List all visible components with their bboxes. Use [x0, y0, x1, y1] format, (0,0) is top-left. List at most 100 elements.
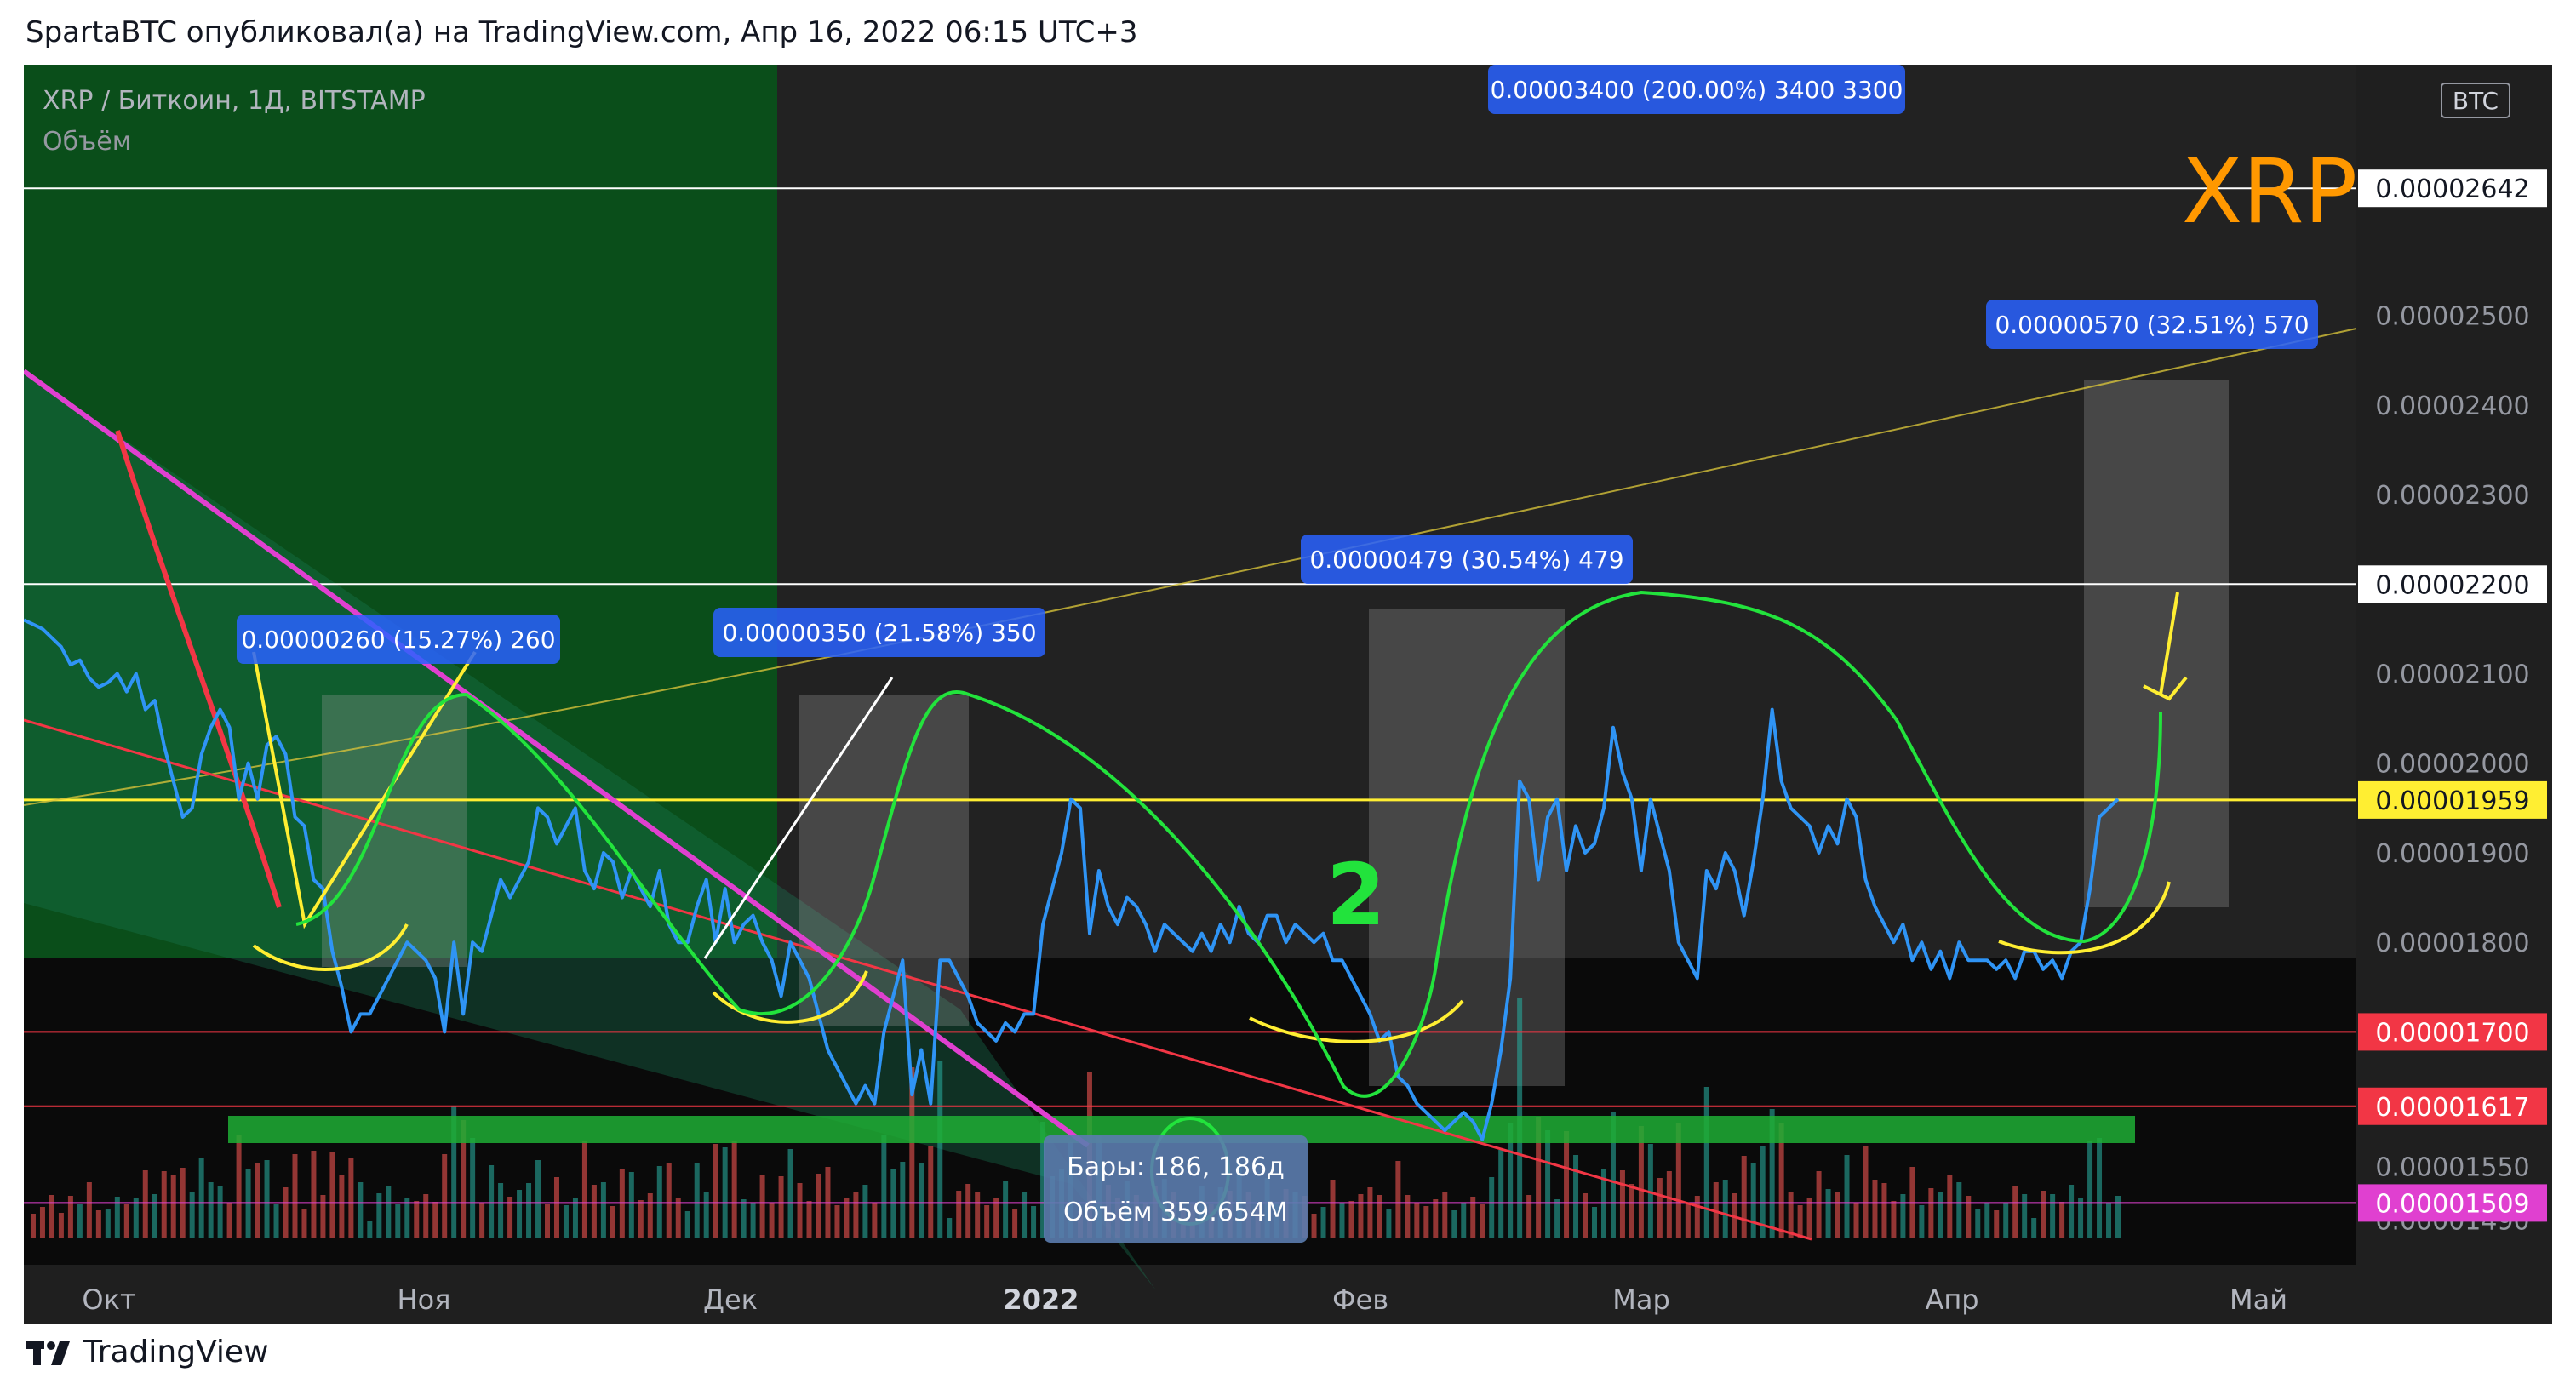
volume-bar: [956, 1191, 962, 1238]
volume-bar: [1480, 1204, 1485, 1238]
volume-bar: [1545, 1130, 1551, 1238]
volume-bar: [628, 1172, 634, 1238]
volume-bar: [553, 1177, 559, 1238]
volume-bar: [189, 1192, 195, 1238]
x-tick-2: Дек: [703, 1284, 758, 1316]
volume-bar: [853, 1192, 859, 1238]
volume-bar: [1526, 1195, 1532, 1238]
x-tick-5: Мар: [1612, 1284, 1670, 1316]
price-level-label-3: 0.00001959: [2375, 786, 2529, 816]
volume-bar: [965, 1184, 971, 1238]
volume-bar: [1330, 1180, 1336, 1238]
volume-bar: [1619, 1170, 1625, 1238]
volume-bar: [600, 1182, 606, 1238]
volume-bar: [423, 1194, 429, 1238]
volume-bar: [367, 1221, 373, 1238]
measure-label-1: 0.00000260 (15.27%) 260: [241, 626, 555, 654]
volume-bar: [142, 1170, 148, 1238]
tradingview-logo-icon: [26, 1341, 70, 1365]
volume-bar: [1891, 1201, 1897, 1238]
volume-bar: [1498, 1150, 1504, 1238]
volume-bar: [2115, 1196, 2121, 1238]
volume-bar: [1900, 1194, 1906, 1238]
volume-bar: [928, 1146, 934, 1238]
volume-bar: [432, 1202, 438, 1238]
volume-bar: [1320, 1207, 1326, 1238]
volume-bar: [1564, 1131, 1570, 1238]
volume-bar: [610, 1206, 615, 1238]
volume-bar: [1694, 1196, 1700, 1238]
measure-box-1: [322, 695, 467, 967]
y-tick-0: 0.00002500: [2375, 302, 2529, 332]
volume-bar: [226, 1203, 232, 1238]
volume-bar: [797, 1183, 803, 1238]
volume-bar: [442, 1154, 448, 1238]
y-tick-3: 0.00002100: [2375, 660, 2529, 690]
chart-subtitle: Объём: [43, 127, 131, 157]
volume-bar: [1311, 1214, 1317, 1238]
volume-bar: [170, 1175, 176, 1238]
volume-bar: [1433, 1199, 1439, 1238]
volume-bar: [1414, 1203, 1420, 1238]
volume-bar: [217, 1186, 223, 1238]
volume-bar: [1750, 1163, 1756, 1238]
volume-bar: [39, 1207, 45, 1238]
volume-bar: [1835, 1192, 1840, 1238]
volume-bar: [1863, 1146, 1869, 1238]
footer: TradingView: [26, 1335, 269, 1369]
volume-bar: [1022, 1192, 1028, 1238]
volume-bar: [1994, 1210, 2000, 1238]
volume-bar: [198, 1158, 204, 1238]
volume-bar: [1666, 1171, 1672, 1238]
x-tick-7: Май: [2230, 1284, 2287, 1316]
volume-bar: [656, 1166, 662, 1238]
volume-bar: [1451, 1210, 1457, 1238]
x-tick-1: Ноя: [398, 1284, 451, 1316]
volume-bar: [2059, 1202, 2065, 1238]
volume-bar: [1573, 1155, 1579, 1238]
volume-bar: [900, 1162, 906, 1238]
volume-bar: [1348, 1201, 1354, 1238]
volume-bar: [283, 1187, 289, 1238]
volume-bar: [1377, 1195, 1382, 1238]
volume-bar: [348, 1158, 354, 1238]
volume-bar: [1975, 1209, 1981, 1238]
volume-bar: [301, 1209, 307, 1238]
volume-bar: [834, 1205, 840, 1238]
volume-bar: [1947, 1175, 1953, 1238]
volume-bar: [947, 1218, 953, 1238]
volume-bar: [1872, 1180, 1878, 1238]
volume-bar: [30, 1214, 36, 1238]
volume-bar: [479, 1203, 485, 1238]
volume-bar: [993, 1198, 999, 1238]
volume-bar: [1853, 1203, 1859, 1238]
y-tick-5: 0.00001900: [2375, 839, 2529, 869]
volume-bar: [572, 1198, 578, 1238]
volume-bar: [1367, 1187, 1373, 1238]
volume-bar: [2078, 1198, 2084, 1238]
volume-bar: [526, 1183, 532, 1238]
volume-bar: [778, 1176, 784, 1238]
x-tick-6: Апр: [1925, 1284, 1978, 1316]
volume-bar: [1583, 1193, 1589, 1238]
volume-bar: [769, 1203, 775, 1238]
chart-title: XRP / Биткоин, 1Д, BITSTAMP: [43, 86, 426, 116]
volume-bar: [703, 1192, 709, 1238]
volume-bar: [95, 1210, 101, 1238]
measure-label-2: 0.00000350 (21.58%) 350: [722, 619, 1036, 647]
volume-bar: [77, 1204, 83, 1238]
volume-bar: [759, 1175, 765, 1238]
volume-bar: [329, 1152, 335, 1238]
volume-bar: [984, 1205, 990, 1238]
volume-bar: [1956, 1182, 1962, 1238]
volume-bar: [1386, 1209, 1392, 1238]
volume-bar: [1685, 1203, 1691, 1238]
volume-bar: [376, 1193, 382, 1238]
price-chart: 0.00002500 0.00002400 0.00002300 0.00002100…: [24, 65, 2552, 1324]
info-box-bars: Бары: 186, 186д: [1067, 1152, 1285, 1182]
volume-bar: [2106, 1203, 2112, 1238]
volume-bar: [591, 1185, 597, 1238]
symbol-watermark: XRP: [2182, 140, 2357, 243]
volume-bar: [311, 1151, 317, 1238]
volume-bar: [1031, 1206, 1037, 1238]
